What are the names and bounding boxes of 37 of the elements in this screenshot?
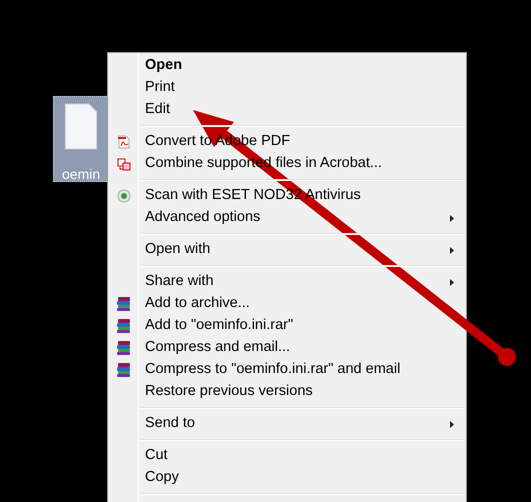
menu-item[interactable]: Compress to "oeminfo.ini.rar" and email xyxy=(110,359,464,381)
menu-item-label: Compress to "oeminfo.ini.rar" and email xyxy=(145,360,400,380)
menu-item[interactable]: Share with xyxy=(110,271,464,293)
file-name: oemin xyxy=(62,167,100,181)
menu-item[interactable]: Add to "oeminfo.ini.rar" xyxy=(110,315,464,337)
menu-item-label: Open with xyxy=(145,240,210,260)
file-icon xyxy=(64,103,98,150)
menu-item-label: Add to archive... xyxy=(145,294,250,314)
menu-item[interactable]: Open xyxy=(110,55,464,77)
menu-item[interactable]: Cut xyxy=(110,445,464,467)
menu-item-label: Cut xyxy=(145,446,168,466)
menu-item[interactable]: Add to archive... xyxy=(110,293,464,315)
menu-item[interactable]: Print xyxy=(110,77,464,99)
menu-item-label: Share with xyxy=(145,272,214,292)
menu-item[interactable]: Open with xyxy=(110,239,464,261)
archive-books-icon xyxy=(116,296,132,312)
menu-item-label: Open xyxy=(145,56,182,76)
archive-books-icon xyxy=(116,340,132,356)
menu-item-label: Copy xyxy=(145,468,179,488)
menu-item-label: Edit xyxy=(145,100,170,120)
archive-books-icon xyxy=(116,362,132,378)
menu-item-label: Advanced options xyxy=(145,208,260,228)
menu-item[interactable]: Send to xyxy=(110,413,464,435)
menu-item[interactable]: Advanced options xyxy=(110,207,464,229)
pdf-icon xyxy=(118,135,130,149)
menu-item-label: Print xyxy=(145,78,175,98)
archive-books-icon xyxy=(116,318,132,334)
menu-item-label: Restore previous versions xyxy=(145,382,313,402)
menu-item-label: Send to xyxy=(145,414,195,434)
menu-item-label: Compress and email... xyxy=(145,338,290,358)
menu-item[interactable]: Compress and email... xyxy=(110,337,464,359)
menu-item[interactable]: Restore previous versions xyxy=(110,381,464,403)
menu-item[interactable]: Edit xyxy=(110,99,464,121)
menu-item-label: Add to "oeminfo.ini.rar" xyxy=(145,316,294,336)
combine-pdf-icon xyxy=(117,158,131,170)
scan-icon xyxy=(117,189,131,203)
menu-item[interactable]: Copy xyxy=(110,467,464,489)
